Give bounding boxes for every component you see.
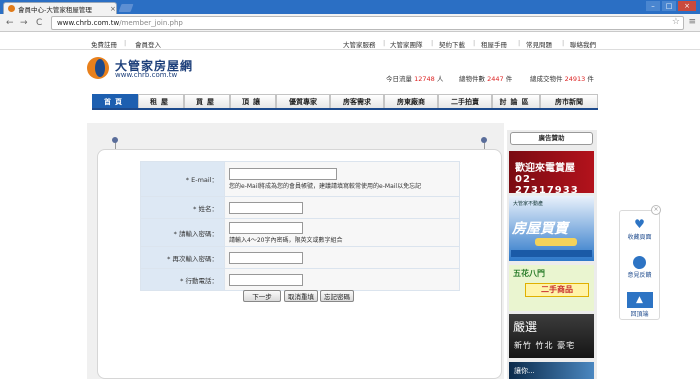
nav-experts[interactable]: 優質專家 xyxy=(276,94,330,108)
nav-auction[interactable]: 二手拍賣 xyxy=(438,94,492,108)
ad2-footer xyxy=(511,250,592,257)
registration-form: * E-mail： 您的e-Mail將成為您的會員帳號，建議請填寫較常使用的e-… xyxy=(140,161,460,291)
floating-close-icon[interactable]: × xyxy=(651,205,661,215)
password-field[interactable] xyxy=(229,221,303,234)
nav-buy[interactable]: 買屋 xyxy=(184,94,230,108)
nav-transfer[interactable]: 頂讓 xyxy=(230,94,276,108)
ad-luxury-banner[interactable]: 嚴選 新竹 竹北 豪宅 xyxy=(509,314,594,358)
address-bar[interactable]: www.chrb.com.tw/member_join.php xyxy=(51,16,684,30)
binder-ring-icon xyxy=(112,137,118,143)
next-step-button[interactable]: 下一步 xyxy=(243,290,281,302)
site-favicon-icon xyxy=(8,5,15,12)
bookmark-star-icon[interactable]: ☆ xyxy=(672,17,680,27)
nav-tenant-demand[interactable]: 房客需求 xyxy=(330,94,384,108)
main-nav: 首頁 租屋 買屋 頂讓 優質專家 房客需求 房東廠商 二手拍賣 討論區 房市新聞 xyxy=(92,94,598,110)
arrow-up-icon: ▲ xyxy=(626,292,653,308)
email-hint: 您的e-Mail將成為您的會員帳號，建議請填寫較常使用的e-Mail以免忘記 xyxy=(229,183,422,190)
nav-rent[interactable]: 租屋 xyxy=(138,94,184,108)
tab-close-icon[interactable]: × xyxy=(110,5,116,13)
ad-house-trade-banner[interactable]: 大管家不動產 房屋買賣 xyxy=(509,196,594,261)
form-row-mobile: * 行動電話： xyxy=(140,268,460,291)
name-field[interactable] xyxy=(229,201,303,214)
back-to-top-label: 回頂端 xyxy=(630,311,649,318)
window-controls: – □ × xyxy=(646,1,696,11)
faq-link[interactable]: 常見問題 xyxy=(526,39,552,49)
ad5-line1: 讓你... xyxy=(514,367,535,375)
tab-title: 會員中心-大管家租屋管理 xyxy=(18,5,92,14)
password-confirm-field[interactable] xyxy=(229,251,303,264)
browser-tab[interactable]: 會員中心-大管家租屋管理 × xyxy=(3,2,117,14)
password-label: * 請輸入密碼： xyxy=(140,218,225,247)
ad4-line1: 嚴選 xyxy=(513,320,538,334)
email-label: * E-mail： xyxy=(140,161,225,197)
stat-today: 今日流量 12748 人 xyxy=(386,75,444,83)
name-label: * 姓名： xyxy=(140,196,225,219)
forward-icon[interactable]: → xyxy=(20,18,28,28)
back-to-top-button[interactable]: ▲ 回頂端 xyxy=(619,292,660,318)
form-row-password-confirm: * 再次輸入密碼： xyxy=(140,246,460,269)
browser-navbar: ← → C www.chrb.com.tw/member_join.php ☆ … xyxy=(0,14,700,32)
nav-news[interactable]: 房市新聞 xyxy=(540,94,598,108)
nav-home[interactable]: 首頁 xyxy=(92,94,138,108)
login-link[interactable]: 會員登入 xyxy=(135,39,161,49)
ad2-brand: 大管家不動產 xyxy=(513,201,544,207)
nav-forum[interactable]: 討論區 xyxy=(492,94,540,108)
form-row-name: * 姓名： xyxy=(140,196,460,219)
new-tab-button[interactable] xyxy=(118,4,134,12)
team-link[interactable]: 大管家團隊 xyxy=(390,39,423,49)
password-hint: 請輸入4～20字內密碼，限英文或數字組合 xyxy=(229,236,343,244)
feedback-button[interactable]: 意見反饋 xyxy=(619,256,660,279)
browser-titlebar: 會員中心-大管家租屋管理 × – □ × xyxy=(0,0,700,14)
stat-delegated: 總物件數 2447 件 xyxy=(459,75,513,83)
site-logo-icon[interactable] xyxy=(87,57,111,79)
ad4-line2: 新竹 竹北 豪宅 xyxy=(514,341,576,350)
favorite-label: 收藏頁面 xyxy=(627,234,652,241)
browser-menu-icon[interactable]: ≡ xyxy=(688,17,696,27)
favorite-page-button[interactable]: ♥ 收藏頁面 xyxy=(619,217,660,242)
feedback-label: 意見反饋 xyxy=(627,272,652,279)
ad2-tags xyxy=(535,238,577,246)
back-icon[interactable]: ← xyxy=(6,18,14,28)
url-host: www.chrb.com.tw xyxy=(57,19,120,27)
register-link[interactable]: 免費註冊 xyxy=(91,39,117,49)
ad3-line2: 二手商品 xyxy=(525,283,589,297)
stat-done: 總成交物件 24913 件 xyxy=(530,75,594,83)
ad-column-title: 廣告贊助 xyxy=(510,132,593,145)
close-window-button[interactable]: × xyxy=(678,1,696,11)
maximize-button[interactable]: □ xyxy=(662,1,676,11)
url-path: /member_join.php xyxy=(119,19,183,27)
contact-link[interactable]: 聯絡我們 xyxy=(570,39,596,49)
form-row-password: * 請輸入密碼： 請輸入4～20字內密碼，限英文或數字組合 xyxy=(140,218,460,247)
reload-icon[interactable]: C xyxy=(36,18,42,28)
ad2-title: 房屋買賣 xyxy=(512,221,568,237)
ad3-line1: 五花八門 xyxy=(513,269,545,278)
service-link[interactable]: 大管家服務 xyxy=(343,39,376,49)
ad-bottom-banner[interactable]: 讓你... xyxy=(509,362,594,379)
form-row-email: * E-mail： 您的e-Mail將成為您的會員帳號，建議請填寫較常使用的e-… xyxy=(140,161,460,197)
email-field[interactable] xyxy=(229,168,337,180)
contract-download-link[interactable]: 契約下載 xyxy=(439,39,465,49)
ad1-phone: 02-27317933 xyxy=(515,174,579,193)
mobile-field[interactable] xyxy=(229,273,303,286)
binder-ring-icon xyxy=(481,137,487,143)
password-confirm-label: * 再次輸入密碼： xyxy=(140,246,225,269)
reset-button[interactable]: 取消重填 xyxy=(284,290,318,302)
site-logo-url: www.chrb.com.tw xyxy=(115,71,178,79)
rental-handbook-link[interactable]: 租屋手冊 xyxy=(481,39,507,49)
minimize-button[interactable]: – xyxy=(646,1,660,11)
forgot-password-button[interactable]: 忘記密碼 xyxy=(320,290,354,302)
ad-second-hand-banner[interactable]: 五花八門 二手商品 xyxy=(509,265,594,311)
chat-icon xyxy=(633,256,646,269)
top-links-bar: 免費註冊 | 會員登入 大管家服務 | 大管家團隊 | 契約下載 | 租屋手冊 … xyxy=(0,36,700,50)
heart-icon: ♥ xyxy=(634,217,645,231)
ad1-line1: 歡迎來電賞屋 xyxy=(515,163,575,174)
nav-landlord-vendors[interactable]: 房東廠商 xyxy=(384,94,438,108)
ad-call-banner[interactable]: 歡迎來電賞屋 02-27317933 xyxy=(509,151,594,193)
mobile-label: * 行動電話： xyxy=(140,268,225,291)
